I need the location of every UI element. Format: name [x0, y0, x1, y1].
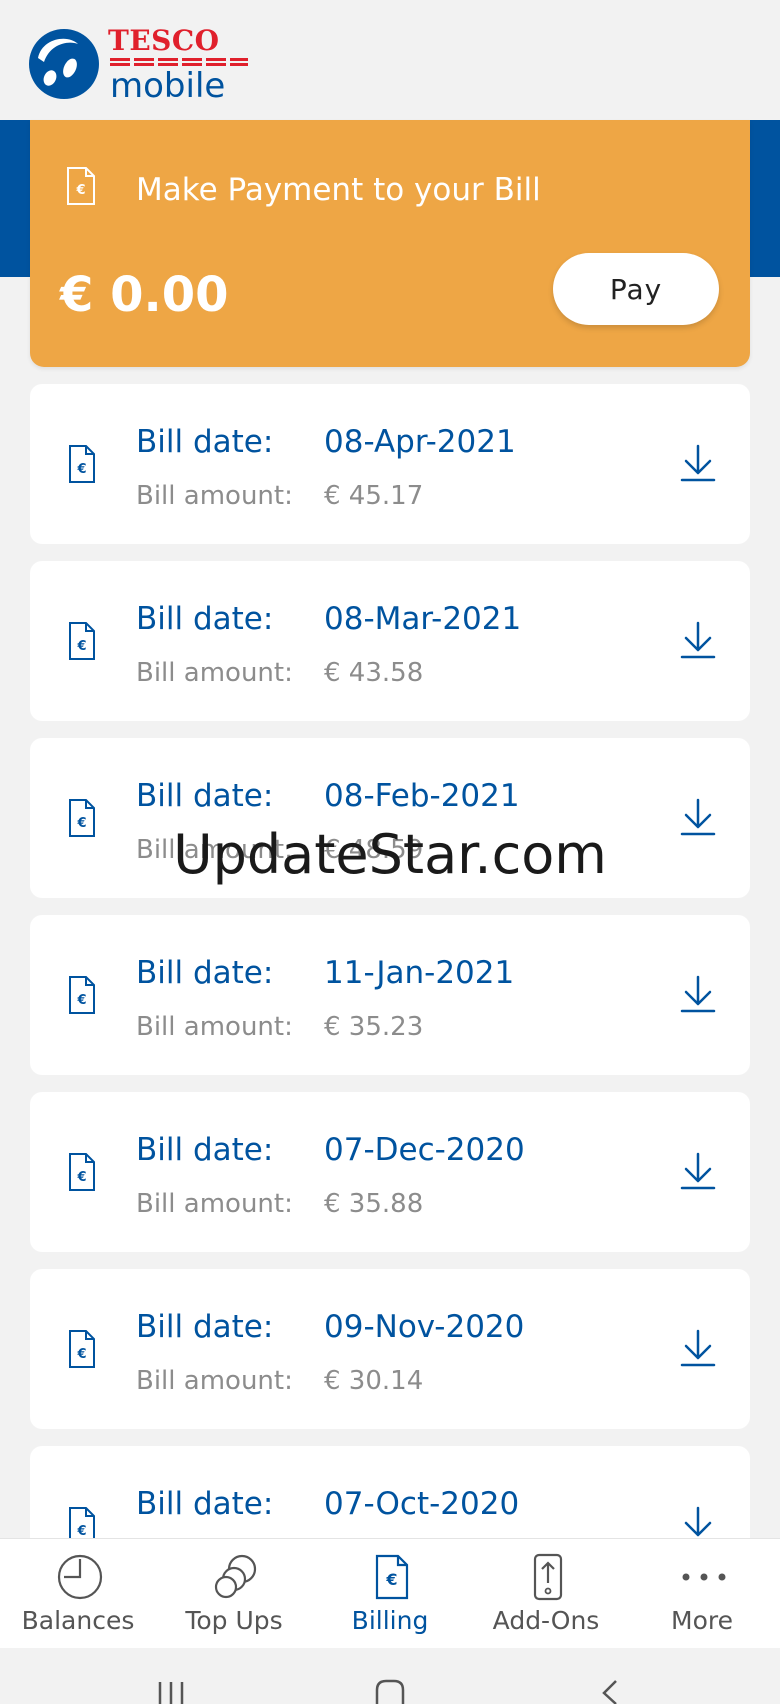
svg-text:€: €: [385, 1570, 397, 1589]
svg-text:€: €: [76, 1170, 86, 1185]
bill-date-value: 08-Mar-2021: [324, 601, 522, 637]
svg-text:€: €: [76, 462, 86, 477]
svg-text:€: €: [76, 639, 86, 654]
bill-amount-label: Bill amount:: [136, 835, 293, 865]
bill-amount-value: € 45.17: [324, 481, 424, 511]
bill-date-value: 11-Jan-2021: [324, 955, 515, 991]
nav-item-add-ons[interactable]: Add-Ons: [468, 1539, 624, 1649]
bill-amount-value: € 35.88: [324, 1189, 424, 1219]
bill-date-value: 09-Nov-2020: [324, 1309, 525, 1345]
bill-date-label: Bill date:: [136, 1309, 274, 1345]
bill-amount-value: € 43.58: [324, 658, 424, 688]
bill-document-icon: €: [69, 622, 95, 660]
back-icon[interactable]: [598, 1678, 622, 1704]
bill-icon: €: [375, 1554, 409, 1600]
nav-label: More: [671, 1606, 733, 1635]
bill-card[interactable]: € Bill date: 09-Nov-2020 Bill amount: € …: [30, 1269, 750, 1429]
bill-document-icon: €: [69, 1330, 95, 1368]
bill-date-label: Bill date:: [136, 601, 274, 637]
bill-card[interactable]: € Bill date: 08-Mar-2021 Bill amount: € …: [30, 561, 750, 721]
home-icon[interactable]: [374, 1678, 406, 1704]
make-payment-card: € Make Payment to your Bill € 0.00 Pay: [30, 120, 750, 367]
download-icon[interactable]: [678, 1150, 718, 1192]
clock-icon: [57, 1554, 103, 1600]
logo-tesco-text: TESCO: [108, 24, 220, 57]
bill-card[interactable]: € Bill date: 07-Dec-2020 Bill amount: € …: [30, 1092, 750, 1252]
bill-document-icon: €: [69, 1153, 95, 1191]
nav-item-billing[interactable]: € Billing: [312, 1539, 468, 1649]
bill-amount-label: Bill amount:: [136, 1366, 293, 1396]
bill-amount-value: € 30.14: [324, 1366, 424, 1396]
bill-document-icon: €: [69, 976, 95, 1014]
app-header: TESCO mobile: [0, 0, 780, 120]
bill-document-icon: €: [69, 799, 95, 837]
nav-label: Billing: [351, 1606, 429, 1635]
svg-text:€: €: [76, 993, 86, 1008]
tesco-mobile-logo: TESCO mobile: [28, 26, 248, 106]
svg-text:€: €: [75, 183, 85, 198]
bill-date-label: Bill date:: [136, 1486, 274, 1522]
recent-apps-icon[interactable]: [156, 1678, 186, 1704]
bill-amount-label: Bill amount:: [136, 658, 293, 688]
bill-amount-label: Bill amount:: [136, 481, 293, 511]
download-icon[interactable]: [678, 973, 718, 1015]
bill-card[interactable]: € Bill date: 11-Jan-2021 Bill amount: € …: [30, 915, 750, 1075]
phone-addon-icon: [533, 1553, 563, 1601]
system-navigation-bar: [0, 1648, 780, 1704]
make-payment-title: Make Payment to your Bill: [136, 172, 541, 208]
bill-card[interactable]: € Bill date: 08-Feb-2021 Bill amount: € …: [30, 738, 750, 898]
svg-text:€: €: [76, 1347, 86, 1362]
logo-mobile-text: mobile: [110, 66, 226, 106]
payment-amount: € 0.00: [60, 267, 229, 323]
bill-document-icon: €: [67, 167, 95, 205]
bill-date-value: 08-Apr-2021: [324, 424, 516, 460]
nav-item-balances[interactable]: Balances: [0, 1539, 156, 1649]
bill-list: € Bill date: 08-Apr-2021 Bill amount: € …: [30, 384, 750, 1623]
nav-label: Top Ups: [185, 1606, 283, 1635]
bottom-navigation: Balances Top Ups € Billing Add-Ons More: [0, 1538, 780, 1649]
nav-label: Add-Ons: [492, 1606, 600, 1635]
bill-date-label: Bill date:: [136, 1132, 274, 1168]
svg-text:€: €: [76, 816, 86, 831]
bill-card[interactable]: € Bill date: 08-Apr-2021 Bill amount: € …: [30, 384, 750, 544]
download-icon[interactable]: [678, 1327, 718, 1369]
pay-button[interactable]: Pay: [553, 253, 719, 325]
nav-item-more[interactable]: More: [624, 1539, 780, 1649]
bill-amount-value: € 35.23: [324, 1012, 424, 1042]
download-icon[interactable]: [678, 442, 718, 484]
bill-date-value: 07-Dec-2020: [324, 1132, 525, 1168]
nav-item-top-ups[interactable]: Top Ups: [156, 1539, 312, 1649]
download-icon[interactable]: [678, 619, 718, 661]
coins-icon: [214, 1554, 257, 1599]
bill-amount-value: € 48.59: [324, 835, 424, 865]
nav-label: Balances: [21, 1606, 135, 1635]
bill-date-value: 07-Oct-2020: [324, 1486, 520, 1522]
bill-date-label: Bill date:: [136, 424, 274, 460]
more-dots-icon: [682, 1573, 726, 1581]
bill-amount-label: Bill amount:: [136, 1012, 293, 1042]
download-icon[interactable]: [678, 796, 718, 838]
svg-text:€: €: [76, 1524, 86, 1539]
bill-date-label: Bill date:: [136, 778, 274, 814]
bill-document-icon: €: [69, 445, 95, 483]
bill-amount-label: Bill amount:: [136, 1189, 293, 1219]
bill-date-value: 08-Feb-2021: [324, 778, 520, 814]
tesco-mobile-logo-icon: [29, 29, 99, 99]
bill-date-label: Bill date:: [136, 955, 274, 991]
